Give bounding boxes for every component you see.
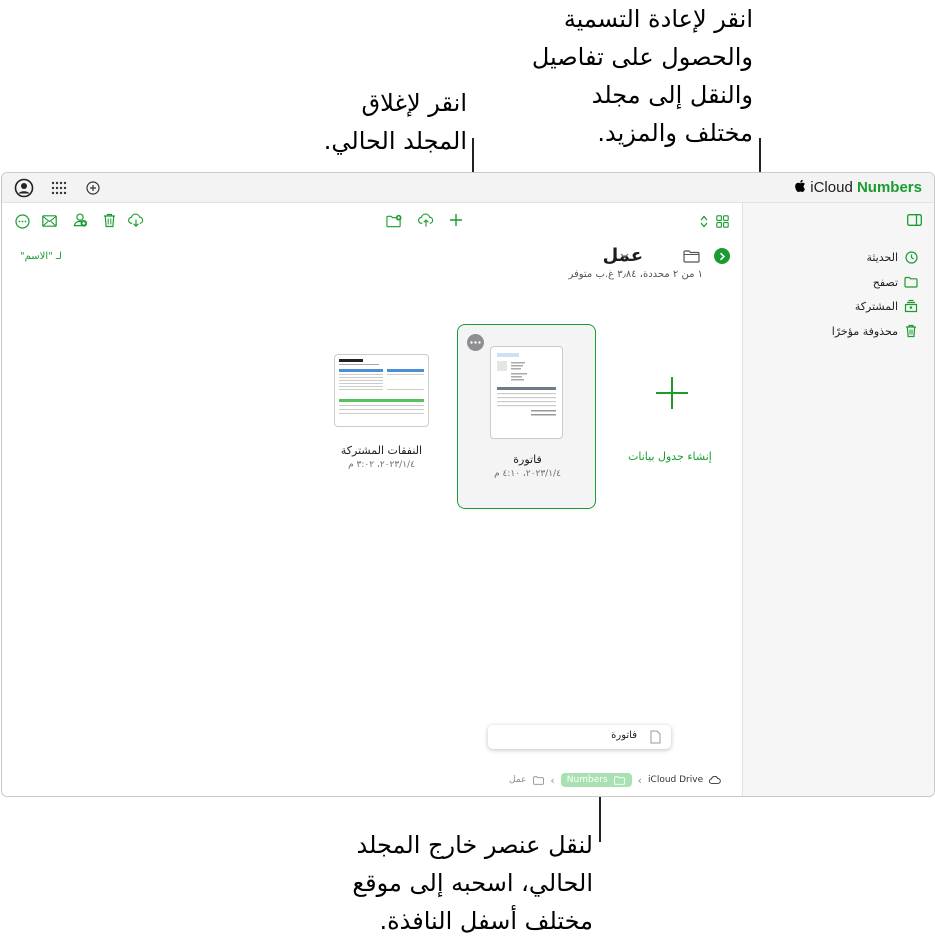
- more-icon[interactable]: [467, 334, 484, 351]
- create-spreadsheet-button[interactable]: [637, 358, 707, 428]
- document-thumbnail: [490, 346, 563, 439]
- chevron-down-icon[interactable]: [619, 251, 629, 261]
- grid-view-icon[interactable]: [714, 213, 730, 229]
- breadcrumb-item-numbers[interactable]: Numbers: [560, 773, 632, 787]
- trash-icon[interactable]: [101, 212, 117, 228]
- callout-line: انقر لإعادة التسمية: [563, 5, 753, 33]
- sort-by-name-label[interactable]: لـ "الاسم": [20, 251, 62, 262]
- callout-rename: انقر لإعادة التسمية والحصول على تفاصيل و…: [532, 0, 753, 152]
- drag-preview-label: فاتورة: [611, 730, 637, 741]
- callout-close-folder: انقر لإغلاق المجلد الحالي.: [324, 84, 467, 160]
- add-circle-icon[interactable]: [85, 180, 101, 196]
- new-folder-icon[interactable]: [386, 213, 402, 229]
- chevron-left-icon: ‹: [550, 773, 555, 787]
- sidebar-item-browse[interactable]: تصفح: [873, 272, 918, 292]
- callout-line: لنقل عنصر خارج المجلد: [356, 831, 594, 859]
- document-name: فاتورة: [513, 453, 542, 466]
- sidebar: الحديثة تصفح المشتركة محذوفة مؤخرًا: [742, 203, 934, 796]
- document-thumbnail: [334, 354, 429, 427]
- callout-line: المجلد الحالي.: [323, 127, 467, 155]
- drag-preview[interactable]: فاتورة: [488, 725, 671, 749]
- document-date: ٢٠٢٣/١/٤، ٤:١٠ م: [494, 469, 561, 479]
- breadcrumb-label: Numbers: [566, 775, 608, 785]
- sidebar-item-label: الحديثة: [866, 250, 898, 264]
- top-bar: iCloud Numbers: [2, 173, 934, 203]
- folder-storage-info: ١ من ٢ محددة، ٣٫٨٤ غ.ب متوفر: [568, 269, 703, 280]
- sidebar-item-label: تصفح: [872, 275, 898, 289]
- apple-logo-icon: [794, 179, 810, 196]
- apps-grid-icon[interactable]: [50, 180, 68, 196]
- document-info: فاتورة ٢٠٢٣/١/٤، ٤:١٠ م: [458, 453, 597, 479]
- sidebar-item-label: المشتركة: [854, 299, 898, 313]
- folder-icon: [614, 775, 626, 785]
- sidebar-item-shared[interactable]: المشتركة: [855, 296, 918, 316]
- upload-icon[interactable]: [418, 212, 434, 228]
- plus-icon[interactable]: [448, 212, 464, 228]
- clock-icon: [904, 250, 918, 264]
- folder-icon: [532, 775, 544, 785]
- mail-icon[interactable]: [41, 213, 57, 229]
- callout-line: انقر لإغلاق: [361, 89, 467, 117]
- breadcrumb-item-current[interactable]: عمل: [509, 775, 544, 785]
- callout-line: مختلف أسفل النافذة.: [379, 907, 593, 935]
- document-info: النفقات المشتركة ٢٠٢٣/١/٤، ٣:٠٢ م: [324, 444, 439, 470]
- callout-line: والحصول على تفاصيل: [531, 43, 753, 71]
- more-icon[interactable]: [14, 213, 30, 229]
- spreadsheet-file-icon: [649, 729, 661, 744]
- sidebar-toggle-icon[interactable]: [906, 213, 922, 227]
- chevron-left-icon: ‹: [637, 773, 643, 787]
- callout-line: والنقل إلى مجلد: [591, 81, 753, 109]
- shared-folder-icon: [904, 299, 918, 313]
- brand-icloud: iCloud: [810, 179, 853, 196]
- document-date: ٢٠٢٣/١/٤، ٣:٠٢ م: [348, 460, 415, 470]
- cloud-icon: [709, 775, 721, 785]
- main-content: لـ "الاسم" عمل ١ من ٢ محددة، ٣٫٨٤ غ.ب مت…: [2, 203, 743, 796]
- callout-leader: [599, 790, 601, 842]
- sidebar-item-label: محذوفة مؤخرًا: [831, 324, 898, 338]
- callout-move-item: لنقل عنصر خارج المجلد الحالي، اسحبه إلى …: [352, 826, 593, 940]
- folder-options-button[interactable]: [714, 248, 730, 264]
- document-card-selected[interactable]: فاتورة ٢٠٢٣/١/٤، ٤:١٠ م: [457, 324, 596, 509]
- download-icon[interactable]: [128, 212, 144, 228]
- collaborate-icon[interactable]: [72, 212, 88, 228]
- folder-icon: [904, 275, 918, 289]
- callout-line: الحالي، اسحبه إلى موقع: [352, 869, 593, 897]
- folder-icon: [682, 248, 700, 264]
- document-name: النفقات المشتركة: [340, 444, 423, 457]
- callout-line: مختلف والمزيد.: [597, 119, 753, 147]
- breadcrumb: عمل ‹ Numbers ‹ iCloud Drive: [509, 770, 721, 790]
- trash-icon: [904, 324, 918, 338]
- account-icon[interactable]: [14, 178, 34, 198]
- app-window: iCloud Numbers الحديثة تصفح المشتركة محذ…: [1, 172, 935, 797]
- breadcrumb-label: iCloud Drive: [648, 775, 704, 785]
- brand-app-name: Numbers: [856, 179, 922, 196]
- breadcrumb-item-icloud-drive[interactable]: iCloud Drive: [648, 775, 721, 785]
- sidebar-item-recently-deleted[interactable]: محذوفة مؤخرًا: [832, 321, 918, 341]
- app-brand: iCloud Numbers: [794, 179, 922, 196]
- sidebar-item-recents[interactable]: الحديثة: [866, 247, 918, 267]
- create-spreadsheet-label[interactable]: إنشاء جدول بيانات: [628, 450, 712, 463]
- breadcrumb-label: عمل: [509, 775, 527, 785]
- sort-toggle-icon[interactable]: [699, 213, 709, 229]
- document-card[interactable]: النفقات المشتركة ٢٠٢٣/١/٤، ٣:٠٢ م: [324, 324, 439, 484]
